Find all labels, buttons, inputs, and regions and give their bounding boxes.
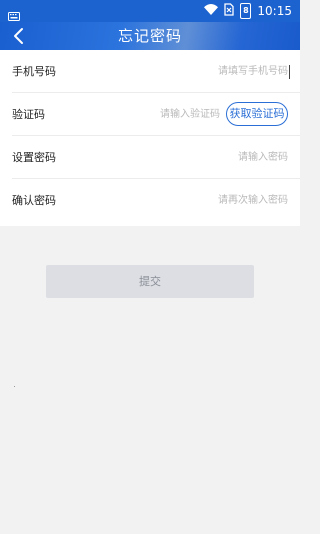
status-bar: 8 10:15 [0, 0, 300, 22]
page-title: 忘记密码 [117, 27, 182, 45]
battery-icon: 8 [240, 3, 252, 19]
phone-input[interactable]: 请填写手机号码 [218, 50, 288, 93]
code-input[interactable]: 请输入验证码 [160, 93, 220, 136]
status-time: 10:15 [257, 4, 292, 18]
back-button[interactable] [10, 25, 30, 47]
no-sim-icon [224, 3, 235, 19]
phone-row: 手机号码 请填写手机号码 [12, 50, 300, 93]
code-label: 验证码 [12, 108, 45, 121]
password-label: 设置密码 [12, 151, 56, 164]
wifi-icon [204, 4, 219, 18]
submit-button[interactable]: 提交 [46, 265, 254, 298]
get-code-button[interactable]: 获取验证码 [226, 102, 288, 126]
header-bar: 忘记密码 [0, 22, 300, 50]
password-input[interactable]: 请输入密码 [238, 136, 288, 179]
phone-label: 手机号码 [12, 65, 56, 78]
password-row: 设置密码 请输入密码 [12, 136, 300, 179]
confirm-label: 确认密码 [12, 194, 56, 207]
code-row: 验证码 请输入验证码 获取验证码 [12, 93, 300, 136]
battery-level: 8 [243, 6, 249, 15]
confirm-row: 确认密码 请再次输入密码 [12, 179, 300, 226]
text-cursor [289, 65, 290, 79]
confirm-password-input[interactable]: 请再次输入密码 [218, 179, 288, 222]
reset-password-form: 手机号码 请填写手机号码 验证码 请输入验证码 获取验证码 设置密码 请输入密码… [0, 50, 300, 226]
chevron-left-icon [14, 28, 23, 44]
stray-dot [14, 386, 15, 387]
